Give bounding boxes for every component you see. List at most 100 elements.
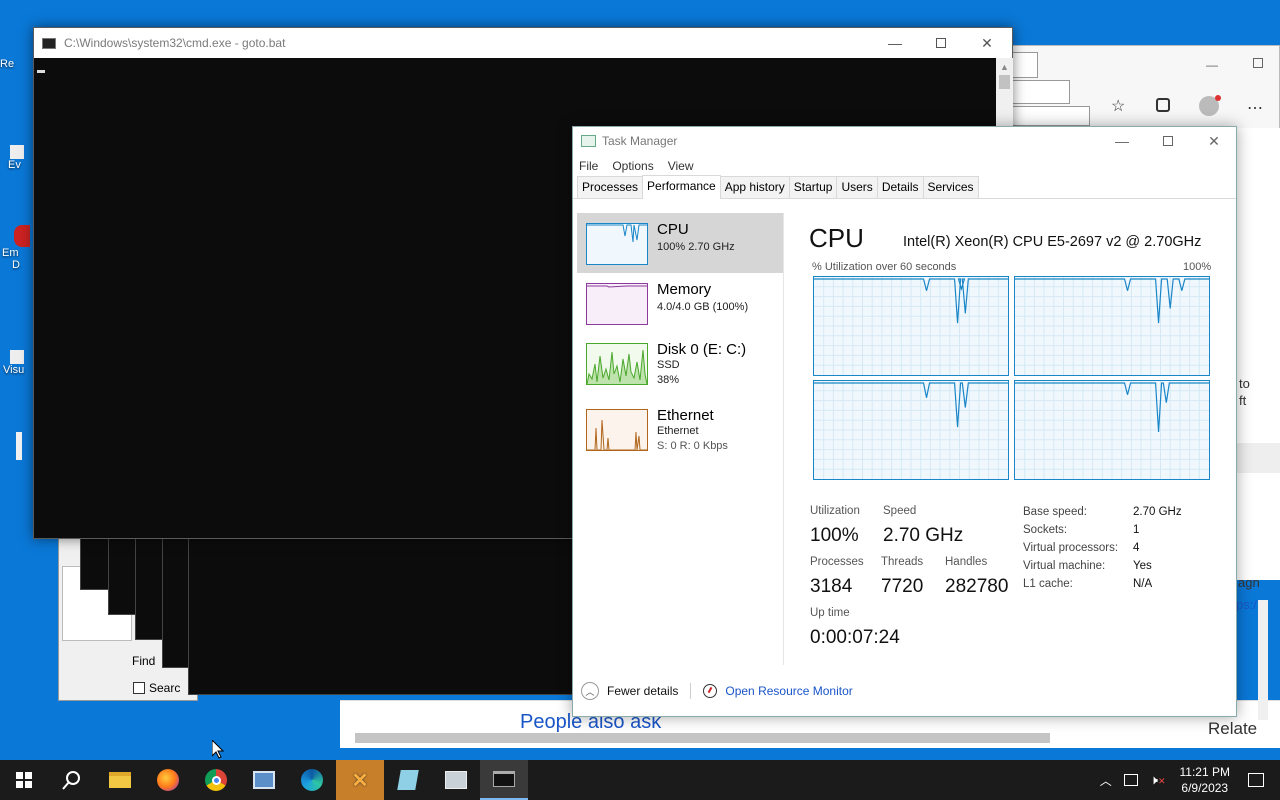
file-explorer-icon[interactable] (96, 760, 144, 800)
tab-services[interactable]: Services (922, 176, 979, 198)
edge-page-text: agn (1238, 575, 1260, 590)
sidebar-item-disk[interactable]: Disk 0 (E: C:) SSD 38% (577, 333, 783, 393)
more-menu-icon[interactable]: ⋯ (1247, 98, 1263, 118)
fewer-details-link[interactable]: Fewer details (607, 684, 678, 698)
volume-muted-icon[interactable]: 🕨✕ (1150, 772, 1166, 788)
detail-value-virtual-processors: 4 (1133, 542, 1140, 554)
sidebar-cpu-name: CPU (657, 221, 689, 238)
window-ghost-edge (1010, 106, 1090, 126)
processes-value: 3184 (810, 576, 853, 597)
tm-maximize-button[interactable] (1145, 127, 1191, 155)
desktop-icon-file[interactable] (16, 432, 22, 460)
footer-divider (690, 683, 692, 699)
notifications-icon[interactable] (1248, 773, 1264, 787)
desktop-icon-visual-studio[interactable]: Visu (0, 350, 30, 376)
sidebar-disk-type: SSD (657, 359, 680, 371)
system-tray: ︿ 🕨✕ 11:21 PM 6/9/2023 (1100, 760, 1280, 800)
menu-file[interactable]: File (579, 159, 598, 173)
sidebar-item-memory[interactable]: Memory 4.0/4.0 GB (100%) (577, 273, 783, 333)
cpu-heading: CPU (809, 223, 864, 253)
detail-key-base-speed: Base speed: (1023, 506, 1087, 518)
cmd-maximize-button[interactable] (918, 28, 964, 58)
edge-page-link[interactable]: ps:/ (1236, 597, 1257, 612)
task-manager-window[interactable]: Task Manager — ✕ File Options View Proce… (572, 126, 1237, 717)
related-heading: Relate (1208, 719, 1258, 738)
desktop-icon-label: Visu (3, 364, 25, 376)
xampp-icon[interactable]: ✕ (336, 760, 384, 800)
desktop-icon-label: Re (0, 58, 15, 70)
collections-icon[interactable] (1156, 98, 1170, 112)
chevron-up-icon[interactable]: ︿ (581, 682, 599, 700)
detail-key-l1-cache: L1 cache: (1023, 578, 1073, 590)
tab-processes[interactable]: Processes (577, 176, 644, 198)
desktop-icon-recycle-bin[interactable]: Re (0, 58, 30, 70)
search-icon[interactable] (48, 760, 96, 800)
tab-details[interactable]: Details (876, 176, 924, 198)
tab-startup[interactable]: Startup (788, 176, 838, 198)
desktop-icon-embedded[interactable]: Em D (0, 225, 30, 271)
speed-value: 2.70 GHz (883, 525, 964, 546)
clock-date: 6/9/2023 (1181, 781, 1229, 795)
cmd-close-button[interactable]: ✕ (964, 28, 1010, 58)
scroll-up-arrow[interactable]: ▲ (996, 58, 1013, 72)
tm-minimize-button[interactable]: — (1099, 127, 1145, 155)
sidebar-item-ethernet[interactable]: Ethernet Ethernet S: 0 R: 0 Kbps (577, 393, 783, 453)
cpu-core-graph-3 (1014, 380, 1210, 480)
open-resource-monitor-link[interactable]: Open Resource Monitor (725, 684, 852, 698)
side-text: to (1239, 376, 1250, 391)
mouse-cursor-icon (211, 738, 225, 762)
edge-content-area (1237, 128, 1280, 580)
uptime-value: 0:00:07:24 (810, 627, 900, 648)
favorites-icon[interactable]: ☆ (1111, 96, 1125, 116)
find-label: Find (132, 654, 156, 668)
desktop-icon-event[interactable]: Ev (0, 145, 30, 171)
detail-key-virtual-processors: Virtual processors: (1023, 542, 1119, 554)
cmd-title-bar[interactable]: C:\Windows\system32\cmd.exe - goto.bat (34, 28, 1012, 58)
detail-value-virtual-machine: Yes (1133, 560, 1152, 572)
edge-maximize-button[interactable] (1253, 58, 1263, 68)
notepad-icon[interactable] (384, 760, 432, 800)
tab-app-history[interactable]: App history (719, 176, 790, 198)
threads-value: 7720 (881, 576, 924, 597)
start-button[interactable] (0, 760, 48, 800)
chrome-icon[interactable] (192, 760, 240, 800)
desktop-icon-label: Em (2, 247, 19, 259)
performance-sidebar: CPU 100% 2.70 GHz Memory 4.0/4.0 GB (100… (577, 213, 783, 453)
clock[interactable]: 11:21 PM 6/9/2023 (1180, 764, 1230, 796)
scroll-thumb[interactable] (999, 75, 1010, 89)
side-text: ft (1239, 393, 1247, 408)
window-ghost-edge (1010, 52, 1038, 78)
app-icon[interactable] (240, 760, 288, 800)
detail-value-base-speed: 2.70 GHz (1133, 506, 1182, 518)
menu-options[interactable]: Options (612, 159, 653, 173)
cmd-minimize-button[interactable]: — (872, 28, 918, 58)
detail-key-sockets: Sockets: (1023, 524, 1068, 536)
sidebar-item-cpu[interactable]: CPU 100% 2.70 GHz (577, 213, 783, 273)
sidebar-memory-usage: 4.0/4.0 GB (100%) (657, 301, 749, 313)
tab-users[interactable]: Users (836, 176, 878, 198)
edge-minimize-button[interactable]: — (1206, 58, 1218, 72)
network-icon[interactable] (1123, 774, 1138, 786)
edge-vertical-scrollbar[interactable] (1258, 600, 1268, 720)
handles-label: Handles (945, 556, 988, 568)
chevron-up-icon[interactable]: ︿ (1100, 772, 1112, 789)
clock-time: 11:21 PM (1179, 765, 1230, 779)
edge-icon[interactable] (288, 760, 336, 800)
windows-logo-icon (16, 772, 32, 788)
sidebar-divider (783, 213, 784, 665)
sidebar-memory-name: Memory (657, 281, 712, 298)
app2-icon[interactable] (432, 760, 480, 800)
firefox-icon[interactable] (144, 760, 192, 800)
desktop-icon-label: Ev (8, 159, 21, 171)
tab-performance[interactable]: Performance (642, 175, 721, 199)
tm-close-button[interactable]: ✕ (1191, 127, 1237, 155)
sidebar-disk-usage: 38% (657, 374, 680, 386)
graph-label: % Utilization over 60 seconds (812, 261, 957, 273)
cmd-icon[interactable] (480, 760, 528, 800)
search-checkbox[interactable] (133, 682, 145, 694)
horizontal-scrollbar[interactable] (355, 733, 1050, 743)
taskbar: ✕ ︿ 🕨✕ 11:21 PM 6/9/2023 (0, 760, 1280, 800)
menu-view[interactable]: View (668, 159, 694, 173)
cpu-core-graph-2 (813, 380, 1009, 480)
cmd-ghost-window (188, 530, 583, 695)
